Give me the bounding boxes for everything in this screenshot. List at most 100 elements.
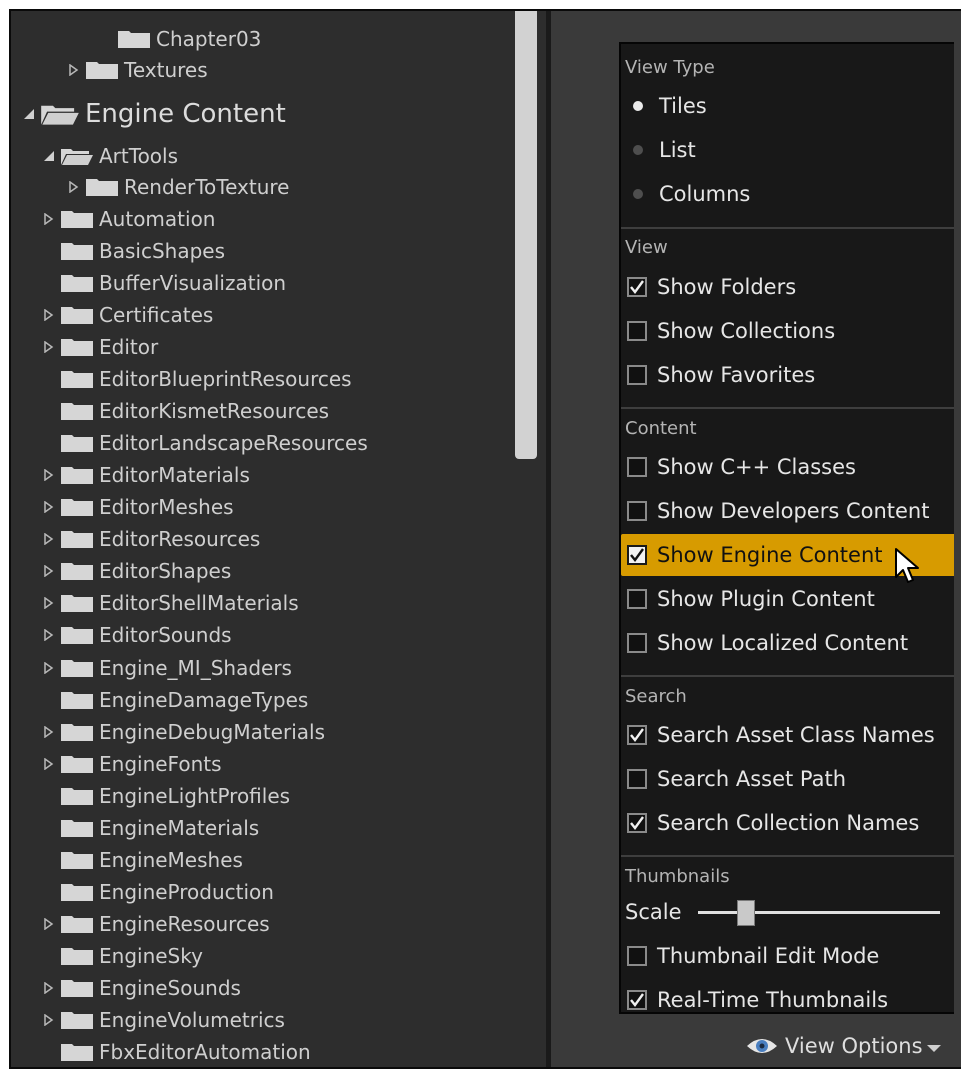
menu-item-show-localized-content[interactable]: Show Localized Content [621, 622, 954, 664]
chevron-right-icon[interactable] [41, 211, 57, 227]
menu-item-search-asset-path[interactable]: Search Asset Path [621, 758, 954, 800]
tree-item[interactable]: EngineResources [41, 909, 270, 939]
menu-item-real-time-thumbnails[interactable]: Real-Time Thumbnails [621, 979, 954, 1012]
radio-label: List [659, 138, 696, 162]
checkbox-unchecked[interactable] [627, 457, 647, 477]
tree-item[interactable]: EditorResources [41, 524, 260, 554]
menu-item-search-collection-names[interactable]: Search Collection Names [621, 802, 954, 844]
tree-item[interactable]: EngineDebugMaterials [41, 717, 325, 747]
tree-item[interactable]: EditorShellMaterials [41, 588, 299, 618]
chevron-right-icon[interactable] [41, 339, 57, 355]
tree-item[interactable]: EditorLandscapeResources [41, 428, 368, 458]
tree-item[interactable]: EngineFonts [41, 749, 222, 779]
tree-item[interactable]: RenderToTexture [66, 172, 289, 202]
tree-item[interactable]: Automation [41, 204, 215, 234]
checkbox-checked[interactable] [627, 545, 647, 565]
scale-slider-thumb[interactable] [737, 900, 756, 926]
checkbox-checked[interactable] [627, 990, 647, 1010]
tree-item[interactable]: EngineSky [41, 941, 203, 971]
checkbox-unchecked[interactable] [627, 769, 647, 789]
tree-item[interactable]: FbxEditorAutomation [41, 1037, 311, 1067]
tree-item[interactable]: Engine_MI_Shaders [41, 653, 292, 683]
tree-item[interactable]: EditorMeshes [41, 492, 234, 522]
tree-item[interactable]: EngineMeshes [41, 845, 243, 875]
chevron-right-icon[interactable] [41, 756, 57, 772]
checkbox-unchecked[interactable] [627, 633, 647, 653]
checkbox-checked[interactable] [627, 277, 647, 297]
chevron-right-icon[interactable] [41, 595, 57, 611]
checkbox-unchecked[interactable] [627, 946, 647, 966]
tree-item[interactable]: Engine Content [21, 99, 286, 129]
menu-item-label: Search Collection Names [657, 811, 920, 835]
chevron-right-icon[interactable] [66, 62, 82, 78]
tree-item-label: EngineResources [99, 912, 270, 936]
radio-label: Columns [659, 182, 751, 206]
chevron-right-icon[interactable] [41, 307, 57, 323]
tree-item[interactable]: Chapter03 [98, 24, 261, 54]
tree-item[interactable]: BufferVisualization [41, 268, 286, 298]
chevron-right-icon[interactable] [41, 916, 57, 932]
checkbox-unchecked[interactable] [627, 321, 647, 341]
radio-list[interactable]: List [621, 129, 954, 171]
checkbox-checked[interactable] [627, 725, 647, 745]
radio-tiles[interactable]: Tiles [621, 85, 954, 127]
tree-item[interactable]: EditorMaterials [41, 460, 250, 490]
scale-slider-track[interactable] [698, 911, 940, 914]
chevron-right-icon[interactable] [41, 563, 57, 579]
tree-item[interactable]: EngineSounds [41, 973, 241, 1003]
radio-columns[interactable]: Columns [621, 173, 954, 215]
menu-item-show-collections[interactable]: Show Collections [621, 310, 954, 352]
tree-item[interactable]: Textures [66, 55, 208, 85]
tree-item[interactable]: EngineVolumetrics [41, 1005, 285, 1035]
menu-item-label: Real-Time Thumbnails [657, 988, 889, 1012]
chevron-expanded-icon[interactable] [41, 148, 57, 164]
chevron-right-icon[interactable] [41, 1012, 57, 1028]
checkbox-unchecked[interactable] [627, 365, 647, 385]
menu-item-show-developers-content[interactable]: Show Developers Content [621, 490, 954, 532]
menu-item-show-c-classes[interactable]: Show C++ Classes [621, 446, 954, 488]
menu-item-thumbnail-edit-mode[interactable]: Thumbnail Edit Mode [621, 935, 954, 977]
tree-item[interactable]: ArtTools [41, 141, 178, 171]
menu-item-show-favorites[interactable]: Show Favorites [621, 354, 954, 396]
tree-item[interactable]: EngineLightProfiles [41, 781, 290, 811]
checkbox-checked[interactable] [627, 813, 647, 833]
tree-item[interactable]: EngineMaterials [41, 813, 259, 843]
checkbox-unchecked[interactable] [627, 501, 647, 521]
tree-item-label: EngineSky [99, 944, 203, 968]
tree-item[interactable]: EngineProduction [41, 877, 274, 907]
checkbox-unchecked[interactable] [627, 589, 647, 609]
view-options-button[interactable]: View Options [745, 1034, 941, 1058]
chevron-right-icon[interactable] [41, 499, 57, 515]
tree-item[interactable]: EngineDamageTypes [41, 685, 308, 715]
radio-label: Tiles [659, 94, 707, 118]
chevron-right-icon[interactable] [41, 467, 57, 483]
folder-icon [60, 337, 94, 357]
menu-item-search-asset-class-names[interactable]: Search Asset Class Names [621, 714, 954, 756]
chevron-right-icon[interactable] [41, 627, 57, 643]
tree-item-label: ArtTools [99, 144, 179, 168]
chevron-right-icon[interactable] [41, 980, 57, 996]
menu-item-show-folders[interactable]: Show Folders [621, 266, 954, 308]
tree-item[interactable]: EditorKismetResources [41, 396, 329, 426]
tree-scrollbar[interactable] [515, 11, 537, 459]
chevron-right-icon[interactable] [41, 531, 57, 547]
tree-item[interactable]: EditorSounds [41, 620, 232, 650]
tree-item[interactable]: EditorShapes [41, 556, 231, 586]
tree-item[interactable]: Editor [41, 332, 158, 362]
tree-item[interactable]: Certificates [41, 300, 213, 330]
tree-item[interactable]: EditorBlueprintResources [41, 364, 352, 394]
tree-item-label: EditorSounds [99, 623, 232, 647]
menu-item-label: Show Favorites [657, 363, 816, 387]
chevron-right-icon[interactable] [41, 660, 57, 676]
chevron-right-icon[interactable] [66, 179, 82, 195]
tree-item-label: EngineVolumetrics [99, 1008, 285, 1032]
chevron-right-icon[interactable] [41, 724, 57, 740]
chevron-expanded-icon[interactable] [21, 106, 37, 122]
radio-selected-icon [633, 101, 643, 111]
tree-item[interactable]: BasicShapes [41, 236, 225, 266]
folder-icon [60, 305, 94, 325]
